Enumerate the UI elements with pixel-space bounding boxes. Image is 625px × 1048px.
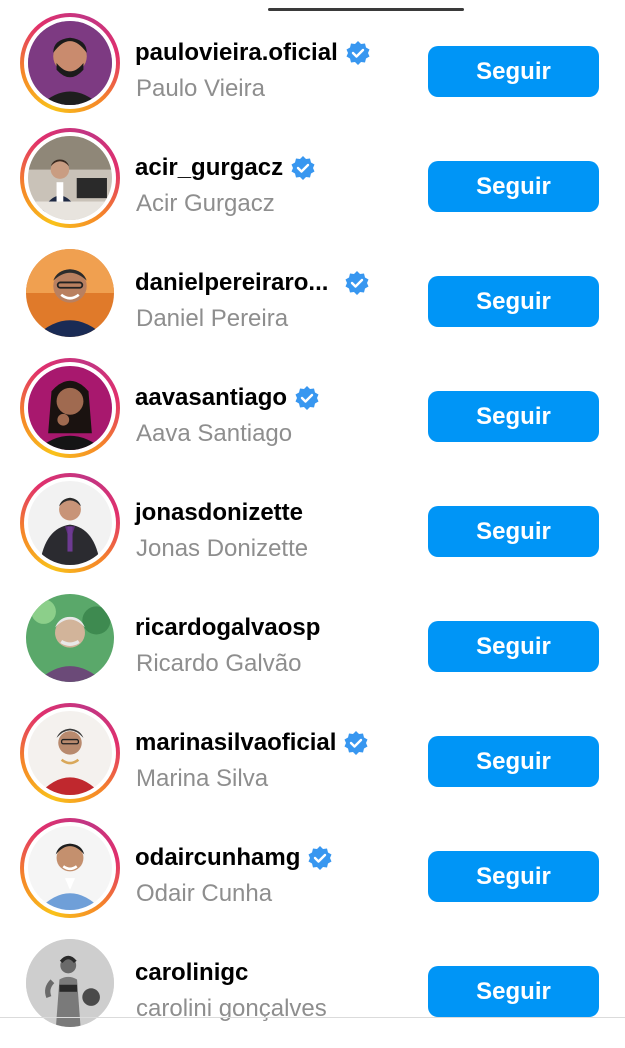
- username[interactable]: paulovieira.oficial: [135, 39, 371, 67]
- full-name: Aava Santiago: [136, 420, 293, 447]
- verified-badge-icon: [345, 40, 371, 66]
- scroll-handle-indicator: [268, 8, 464, 11]
- full-name: Acir Gurgacz: [136, 190, 275, 217]
- list-item[interactable]: carolinigc carolini gonçalves Seguir: [0, 933, 625, 1048]
- username[interactable]: danielpereiraro...: [135, 269, 370, 297]
- verified-badge-icon: [307, 845, 333, 871]
- username[interactable]: marinasilvaoficial: [135, 729, 369, 757]
- list-item[interactable]: acir_gurgacz Acir Gurgacz Seguir: [0, 128, 625, 243]
- full-name: Jonas Donizette: [136, 535, 309, 562]
- avatar[interactable]: [20, 473, 120, 573]
- list-item[interactable]: aavasantiago Aava Santiago Seguir: [0, 358, 625, 473]
- follow-button[interactable]: Seguir: [428, 966, 599, 1017]
- avatar[interactable]: [20, 588, 120, 688]
- username[interactable]: jonasdonizette: [135, 499, 303, 527]
- follow-button[interactable]: Seguir: [428, 276, 599, 327]
- full-name: Ricardo Galvão: [136, 650, 302, 677]
- follow-button[interactable]: Seguir: [428, 46, 599, 97]
- list-item[interactable]: danielpereiraro... Daniel Pereira Seguir: [0, 243, 625, 358]
- verified-badge-icon: [343, 730, 369, 756]
- follow-button[interactable]: Seguir: [428, 161, 599, 212]
- follow-button[interactable]: Seguir: [428, 391, 599, 442]
- list-item[interactable]: jonasdonizette Jonas Donizette Seguir: [0, 473, 625, 588]
- full-name: carolini gonçalves: [136, 995, 327, 1022]
- full-name: Daniel Pereira: [136, 305, 289, 332]
- avatar[interactable]: [20, 703, 120, 803]
- username[interactable]: carolinigc: [135, 959, 248, 987]
- follow-button[interactable]: Seguir: [428, 506, 599, 557]
- full-name: Paulo Vieira: [136, 75, 265, 102]
- avatar[interactable]: [20, 13, 120, 113]
- verified-badge-icon: [294, 385, 320, 411]
- full-name: Marina Silva: [136, 765, 269, 792]
- follow-button[interactable]: Seguir: [428, 736, 599, 787]
- verified-badge-icon: [344, 270, 370, 296]
- username[interactable]: odaircunhamg: [135, 844, 333, 872]
- username[interactable]: acir_gurgacz: [135, 154, 316, 182]
- verified-badge-icon: [290, 155, 316, 181]
- username[interactable]: aavasantiago: [135, 384, 320, 412]
- list-item[interactable]: marinasilvaoficial Marina Silva Seguir: [0, 703, 625, 818]
- follow-button[interactable]: Seguir: [428, 621, 599, 672]
- list-item[interactable]: odaircunhamg Odair Cunha Seguir: [0, 818, 625, 933]
- avatar[interactable]: [20, 358, 120, 458]
- avatar[interactable]: [20, 818, 120, 918]
- avatar[interactable]: [20, 128, 120, 228]
- avatar[interactable]: [20, 933, 120, 1033]
- avatar[interactable]: [20, 243, 120, 343]
- list-item[interactable]: paulovieira.oficial Paulo Vieira Seguir: [0, 13, 625, 128]
- list-item[interactable]: ricardogalvaosp Ricardo Galvão Seguir: [0, 588, 625, 703]
- username[interactable]: ricardogalvaosp: [135, 614, 320, 642]
- follow-button[interactable]: Seguir: [428, 851, 599, 902]
- divider: [0, 1017, 625, 1018]
- full-name: Odair Cunha: [136, 880, 273, 907]
